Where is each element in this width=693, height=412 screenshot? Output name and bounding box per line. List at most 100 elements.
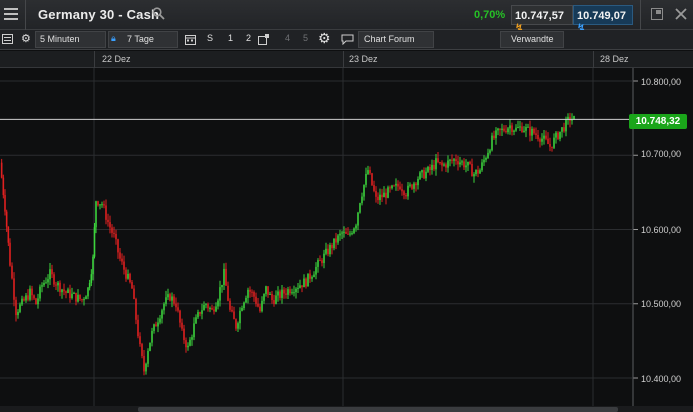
candle-body	[233, 311, 235, 320]
gear-icon[interactable]: ⚙	[21, 32, 31, 45]
candle-body	[201, 310, 203, 314]
candle-body	[317, 260, 319, 267]
range-select[interactable]: 🔒︎ 7 Tage	[108, 31, 178, 48]
candle-body	[129, 273, 131, 283]
range-label: 7 Tage	[127, 34, 154, 44]
toolbar-button-4[interactable]: 4	[285, 33, 290, 43]
chart-scrollbar[interactable]	[0, 406, 693, 412]
interval-select[interactable]: 5 Minuten	[35, 31, 106, 48]
candle-body	[199, 312, 201, 314]
candle-body	[31, 288, 33, 296]
candle-body	[111, 227, 113, 233]
candle-body	[479, 170, 481, 174]
candle-body	[515, 127, 517, 131]
candle-body	[259, 306, 261, 312]
candle-body	[399, 186, 401, 190]
candle-body	[299, 285, 301, 288]
candle-body	[245, 297, 247, 303]
candle-body	[481, 162, 483, 171]
candle-body	[35, 298, 37, 305]
list-icon[interactable]	[2, 34, 13, 44]
candle-body	[193, 323, 195, 338]
chat-icon[interactable]	[341, 34, 354, 45]
candle-body	[419, 172, 421, 180]
buy-price-button[interactable]: 10.749,07 ↯	[573, 5, 633, 34]
candle-body	[367, 170, 369, 174]
candle-body	[523, 130, 525, 132]
sell-price-button[interactable]: 10.747,57 ↯	[511, 5, 573, 34]
candle-body	[51, 269, 53, 275]
candle-body	[137, 319, 139, 337]
candle-body	[107, 219, 109, 223]
price-chart[interactable]	[0, 68, 693, 412]
candle-body	[139, 336, 141, 345]
candle-body	[421, 170, 423, 173]
candle-body	[497, 128, 499, 131]
current-price-tag: 10.748,32	[629, 114, 687, 129]
candle-body	[467, 161, 469, 166]
candle-body	[275, 295, 277, 304]
candle-body	[169, 294, 171, 301]
close-icon[interactable]	[675, 8, 687, 20]
scrollbar-thumb[interactable]	[138, 407, 618, 412]
candle-body	[237, 323, 239, 329]
buy-price: 10.749,07	[577, 10, 626, 22]
candle-body	[93, 227, 96, 257]
candle-body	[437, 158, 439, 163]
crosshair-icon[interactable]	[258, 34, 270, 45]
candle-body	[435, 158, 437, 170]
candle-body	[453, 159, 455, 161]
candle-body	[373, 185, 375, 191]
candle-body	[397, 183, 399, 187]
toolbar-button-5[interactable]: 5	[303, 33, 308, 43]
toolbar-button-2[interactable]: 2	[246, 33, 251, 43]
related-button[interactable]: Verwandte	[500, 31, 564, 48]
date-label: 23 Dez	[349, 54, 378, 64]
candle-body	[323, 253, 325, 264]
candle-body	[325, 248, 327, 254]
candle-body	[359, 203, 361, 213]
detach-window-icon[interactable]	[651, 8, 663, 20]
candle-body	[303, 278, 305, 288]
candle-body	[475, 169, 477, 175]
candle-body	[29, 288, 31, 300]
divider	[25, 0, 26, 30]
candle-body	[351, 233, 353, 235]
candle-body	[337, 235, 339, 243]
date-axis: 22 Dez 23 Dez 28 Dez	[0, 51, 693, 68]
candle-body	[499, 128, 501, 130]
candle-body	[71, 293, 73, 299]
candle-body	[223, 268, 225, 285]
candle-body	[551, 146, 553, 148]
calendar-icon[interactable]	[185, 34, 196, 45]
menu-icon[interactable]	[4, 7, 18, 22]
candle-body	[27, 295, 29, 300]
search-icon[interactable]	[152, 7, 165, 20]
candle-body	[409, 184, 411, 186]
candle-body	[179, 310, 181, 323]
candle-body	[177, 307, 179, 311]
y-axis-label: 10.600,00	[641, 225, 682, 235]
toolbar-button-1[interactable]: 1	[228, 33, 233, 43]
candle-body	[253, 292, 255, 297]
settings-gear-icon[interactable]: ⚙	[318, 30, 331, 47]
chart-forum-button[interactable]: Chart Forum	[358, 31, 434, 48]
candle-body	[53, 274, 55, 285]
candle-body	[401, 189, 403, 192]
candle-body	[485, 158, 487, 160]
candle-body	[417, 179, 419, 186]
candle-body	[103, 204, 105, 206]
candle-body	[517, 127, 519, 129]
candle-body	[123, 261, 125, 270]
date-divider	[94, 51, 95, 68]
candle-body	[63, 289, 65, 292]
candle-body	[9, 242, 11, 266]
candle-body	[567, 116, 569, 120]
candle-body	[447, 160, 449, 168]
toolbar-button-s[interactable]: S	[207, 33, 213, 43]
candle-body	[519, 126, 521, 128]
candle-body	[425, 171, 427, 179]
candle-body	[5, 211, 8, 227]
chart-toolbar: ⚙ 5 Minuten 🔒︎ 7 Tage S 1 2 4 5 ⚙ Chart …	[0, 30, 693, 50]
candle-body	[135, 298, 137, 320]
